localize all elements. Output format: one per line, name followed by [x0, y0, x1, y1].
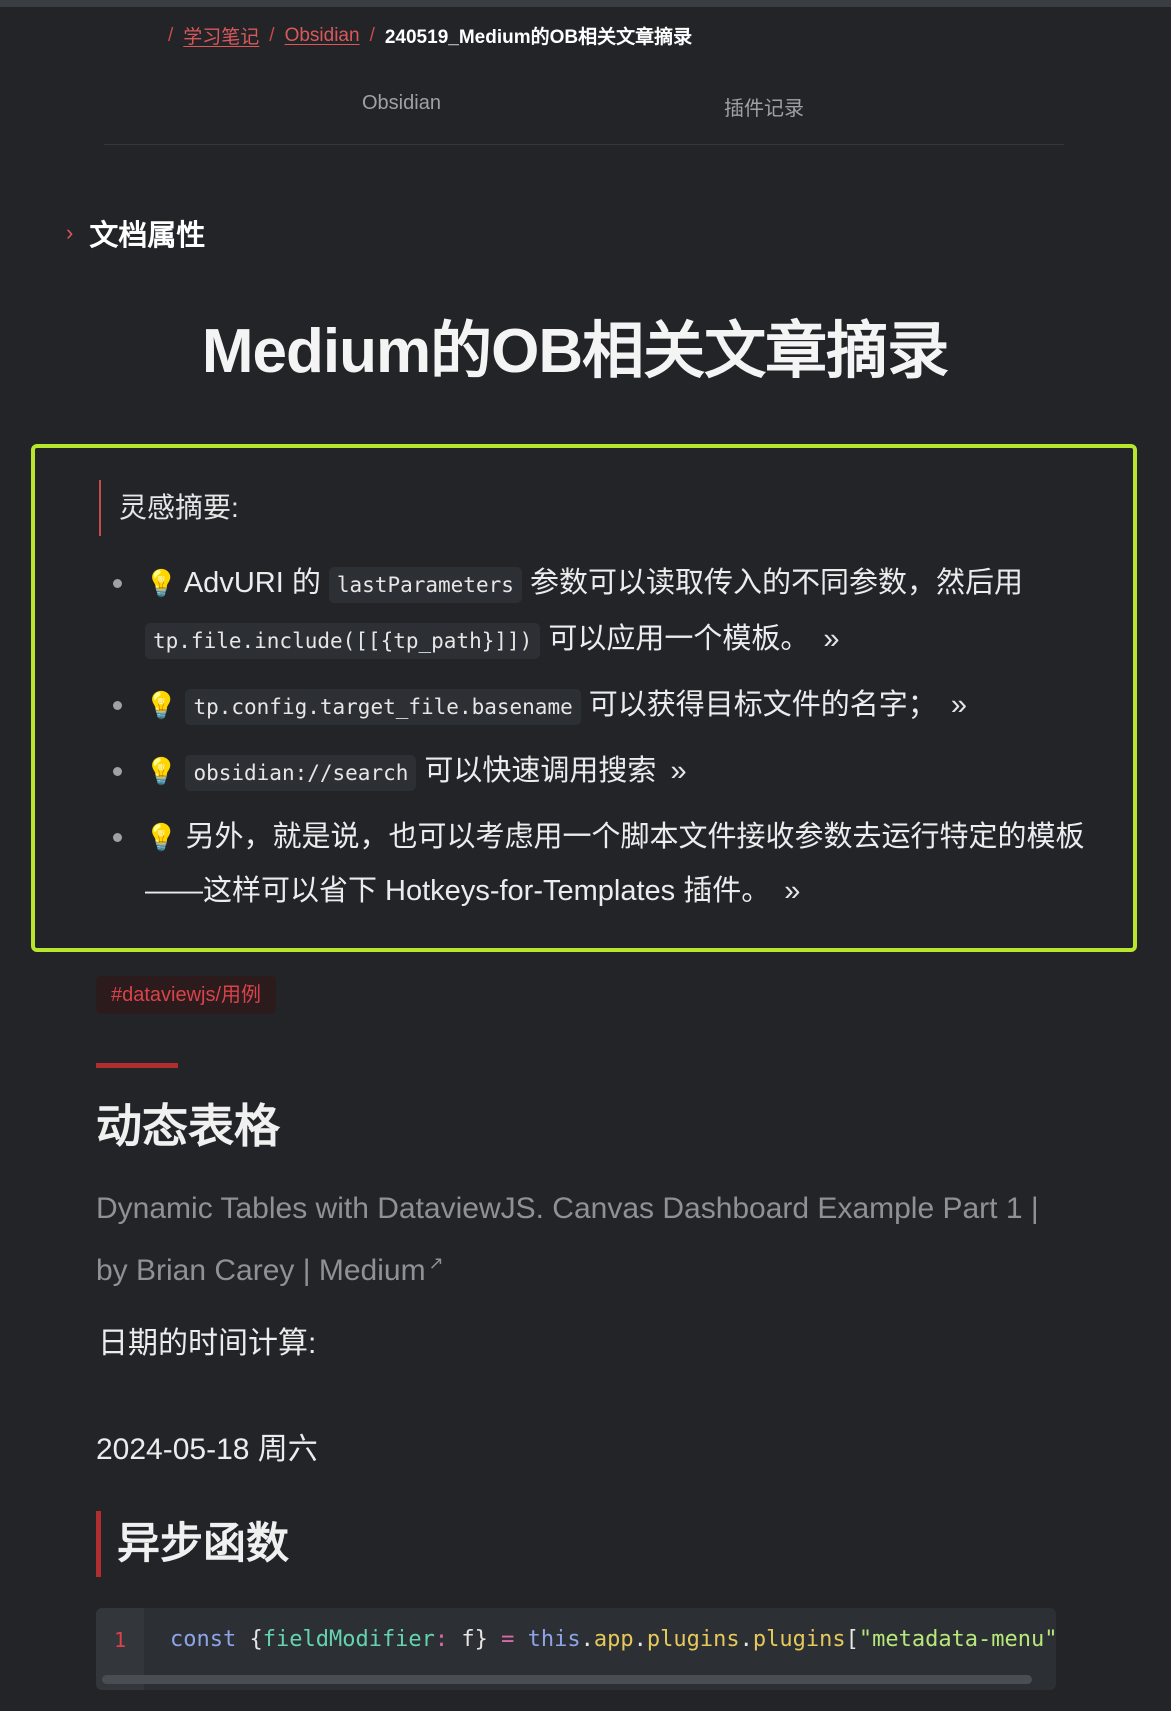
block-link-arrow[interactable]: » [784, 875, 800, 907]
code-token: fieldModifier [262, 1627, 435, 1652]
paragraph-date-value: 2024-05-18 周六 [96, 1433, 318, 1466]
top-strip [0, 0, 1171, 7]
inline-code: obsidian://search [185, 755, 417, 791]
horizontal-scrollbar[interactable] [102, 1675, 1032, 1684]
inline-code: lastParameters [328, 567, 522, 603]
code-token: plugins [752, 1627, 846, 1652]
breadcrumb-current: 240519_Medium的OB相关文章摘录 [384, 27, 693, 48]
code-token: } [474, 1627, 488, 1652]
item-text: 参数可以读取传入的不同参数，然后用 [521, 567, 1023, 599]
code-block[interactable]: 1 const {fieldModifier: f} = this.app.pl… [96, 1608, 1056, 1690]
breadcrumb-link-obsidian[interactable]: Obsidian [285, 25, 360, 47]
item-text: AdvURI 的 [183, 567, 329, 599]
list-item: 💡 obsidian://search 可以快速调用搜索 » [105, 744, 1095, 800]
breadcrumb-separator: / [369, 24, 375, 46]
nav-link-plugins[interactable]: 插件记录 [724, 92, 804, 121]
code-token: "metadata-menu" [858, 1627, 1056, 1652]
breadcrumb-separator: / [269, 24, 275, 46]
external-link-text[interactable]: Dynamic Tables with DataviewJS. Canvas D… [96, 1192, 1039, 1287]
code-token: this [527, 1627, 581, 1652]
chevron-right-icon: › [66, 220, 74, 245]
lightbulb-icon: 💡 [145, 568, 178, 598]
inline-code: tp.config.target_file.basename [185, 689, 581, 725]
section-heading: 动态表格 [96, 1100, 280, 1152]
lightbulb-icon: 💡 [145, 756, 178, 786]
callout-box: 灵感摘要: 💡 AdvURI 的 lastParameters 参数可以读取传入… [31, 444, 1137, 952]
code-token: . [739, 1627, 753, 1652]
code-token: app [593, 1627, 634, 1652]
note-page: / 学习笔记 / Obsidian / 240519_Medium的OB相关文章… [0, 0, 1171, 1711]
breadcrumb-separator: / [168, 24, 174, 46]
properties-label: 文档属性 [89, 220, 206, 252]
list-item: 💡 tp.config.target_file.basename 可以获得目标文… [105, 678, 1095, 734]
block-link-arrow[interactable]: » [823, 623, 839, 655]
list-item: 💡 AdvURI 的 lastParameters 参数可以读取传入的不同参数，… [105, 556, 1095, 668]
heading-accent-bar [96, 1063, 178, 1068]
lightbulb-icon: 💡 [145, 690, 178, 720]
code-token: plugins [646, 1627, 740, 1652]
block-link-arrow[interactable]: » [951, 689, 967, 721]
nav-links: Obsidian 插件记录 [104, 86, 1064, 145]
code-token: const [170, 1627, 237, 1652]
document-title: Medium的OB相关文章摘录 [201, 317, 949, 386]
item-text: 可以快速调用搜索 [416, 755, 657, 787]
code-token: : [434, 1627, 462, 1652]
code-line: const {fieldModifier: f} = this.app.plug… [170, 1608, 1056, 1672]
properties-toggle[interactable]: › 文档属性 [66, 212, 205, 254]
code-token: . [633, 1627, 647, 1652]
nav-link-obsidian[interactable]: Obsidian [362, 92, 441, 115]
tag-dataviewjs[interactable]: #dataviewjs/用例 [96, 976, 277, 1014]
external-link-icon: ↗ [428, 1253, 444, 1273]
subsection-heading: 异步函数 [96, 1511, 289, 1577]
item-text: 可以应用一个模板。 [540, 623, 810, 655]
paragraph-date-calc: 日期的时间计算: [98, 1327, 317, 1360]
callout-quote: 灵感摘要: [99, 480, 239, 536]
external-link[interactable]: Dynamic Tables with DataviewJS. Canvas D… [96, 1182, 1076, 1298]
code-token: [ [845, 1627, 859, 1652]
lightbulb-icon: 💡 [145, 822, 178, 852]
callout-list: 💡 AdvURI 的 lastParameters 参数可以读取传入的不同参数，… [105, 556, 1095, 928]
block-link-arrow[interactable]: » [671, 755, 687, 787]
breadcrumb-link-study-notes[interactable]: 学习笔记 [183, 22, 259, 49]
code-token: . [580, 1627, 594, 1652]
inline-code: tp.file.include([[{tp_path}]]) [145, 623, 541, 659]
code-token: f [461, 1627, 475, 1652]
code-token: = [487, 1627, 528, 1652]
item-text: 可以获得目标文件的名字； [580, 689, 937, 721]
item-text: 另外，就是说，也可以考虑用一个脚本文件接收参数去运行特定的模板——这样可以省下 … [145, 821, 1085, 907]
breadcrumb: / 学习笔记 / Obsidian / 240519_Medium的OB相关文章… [168, 22, 692, 49]
code-token: { [236, 1627, 263, 1652]
list-item: 💡 另外，就是说，也可以考虑用一个脚本文件接收参数去运行特定的模板——这样可以省… [105, 810, 1095, 918]
